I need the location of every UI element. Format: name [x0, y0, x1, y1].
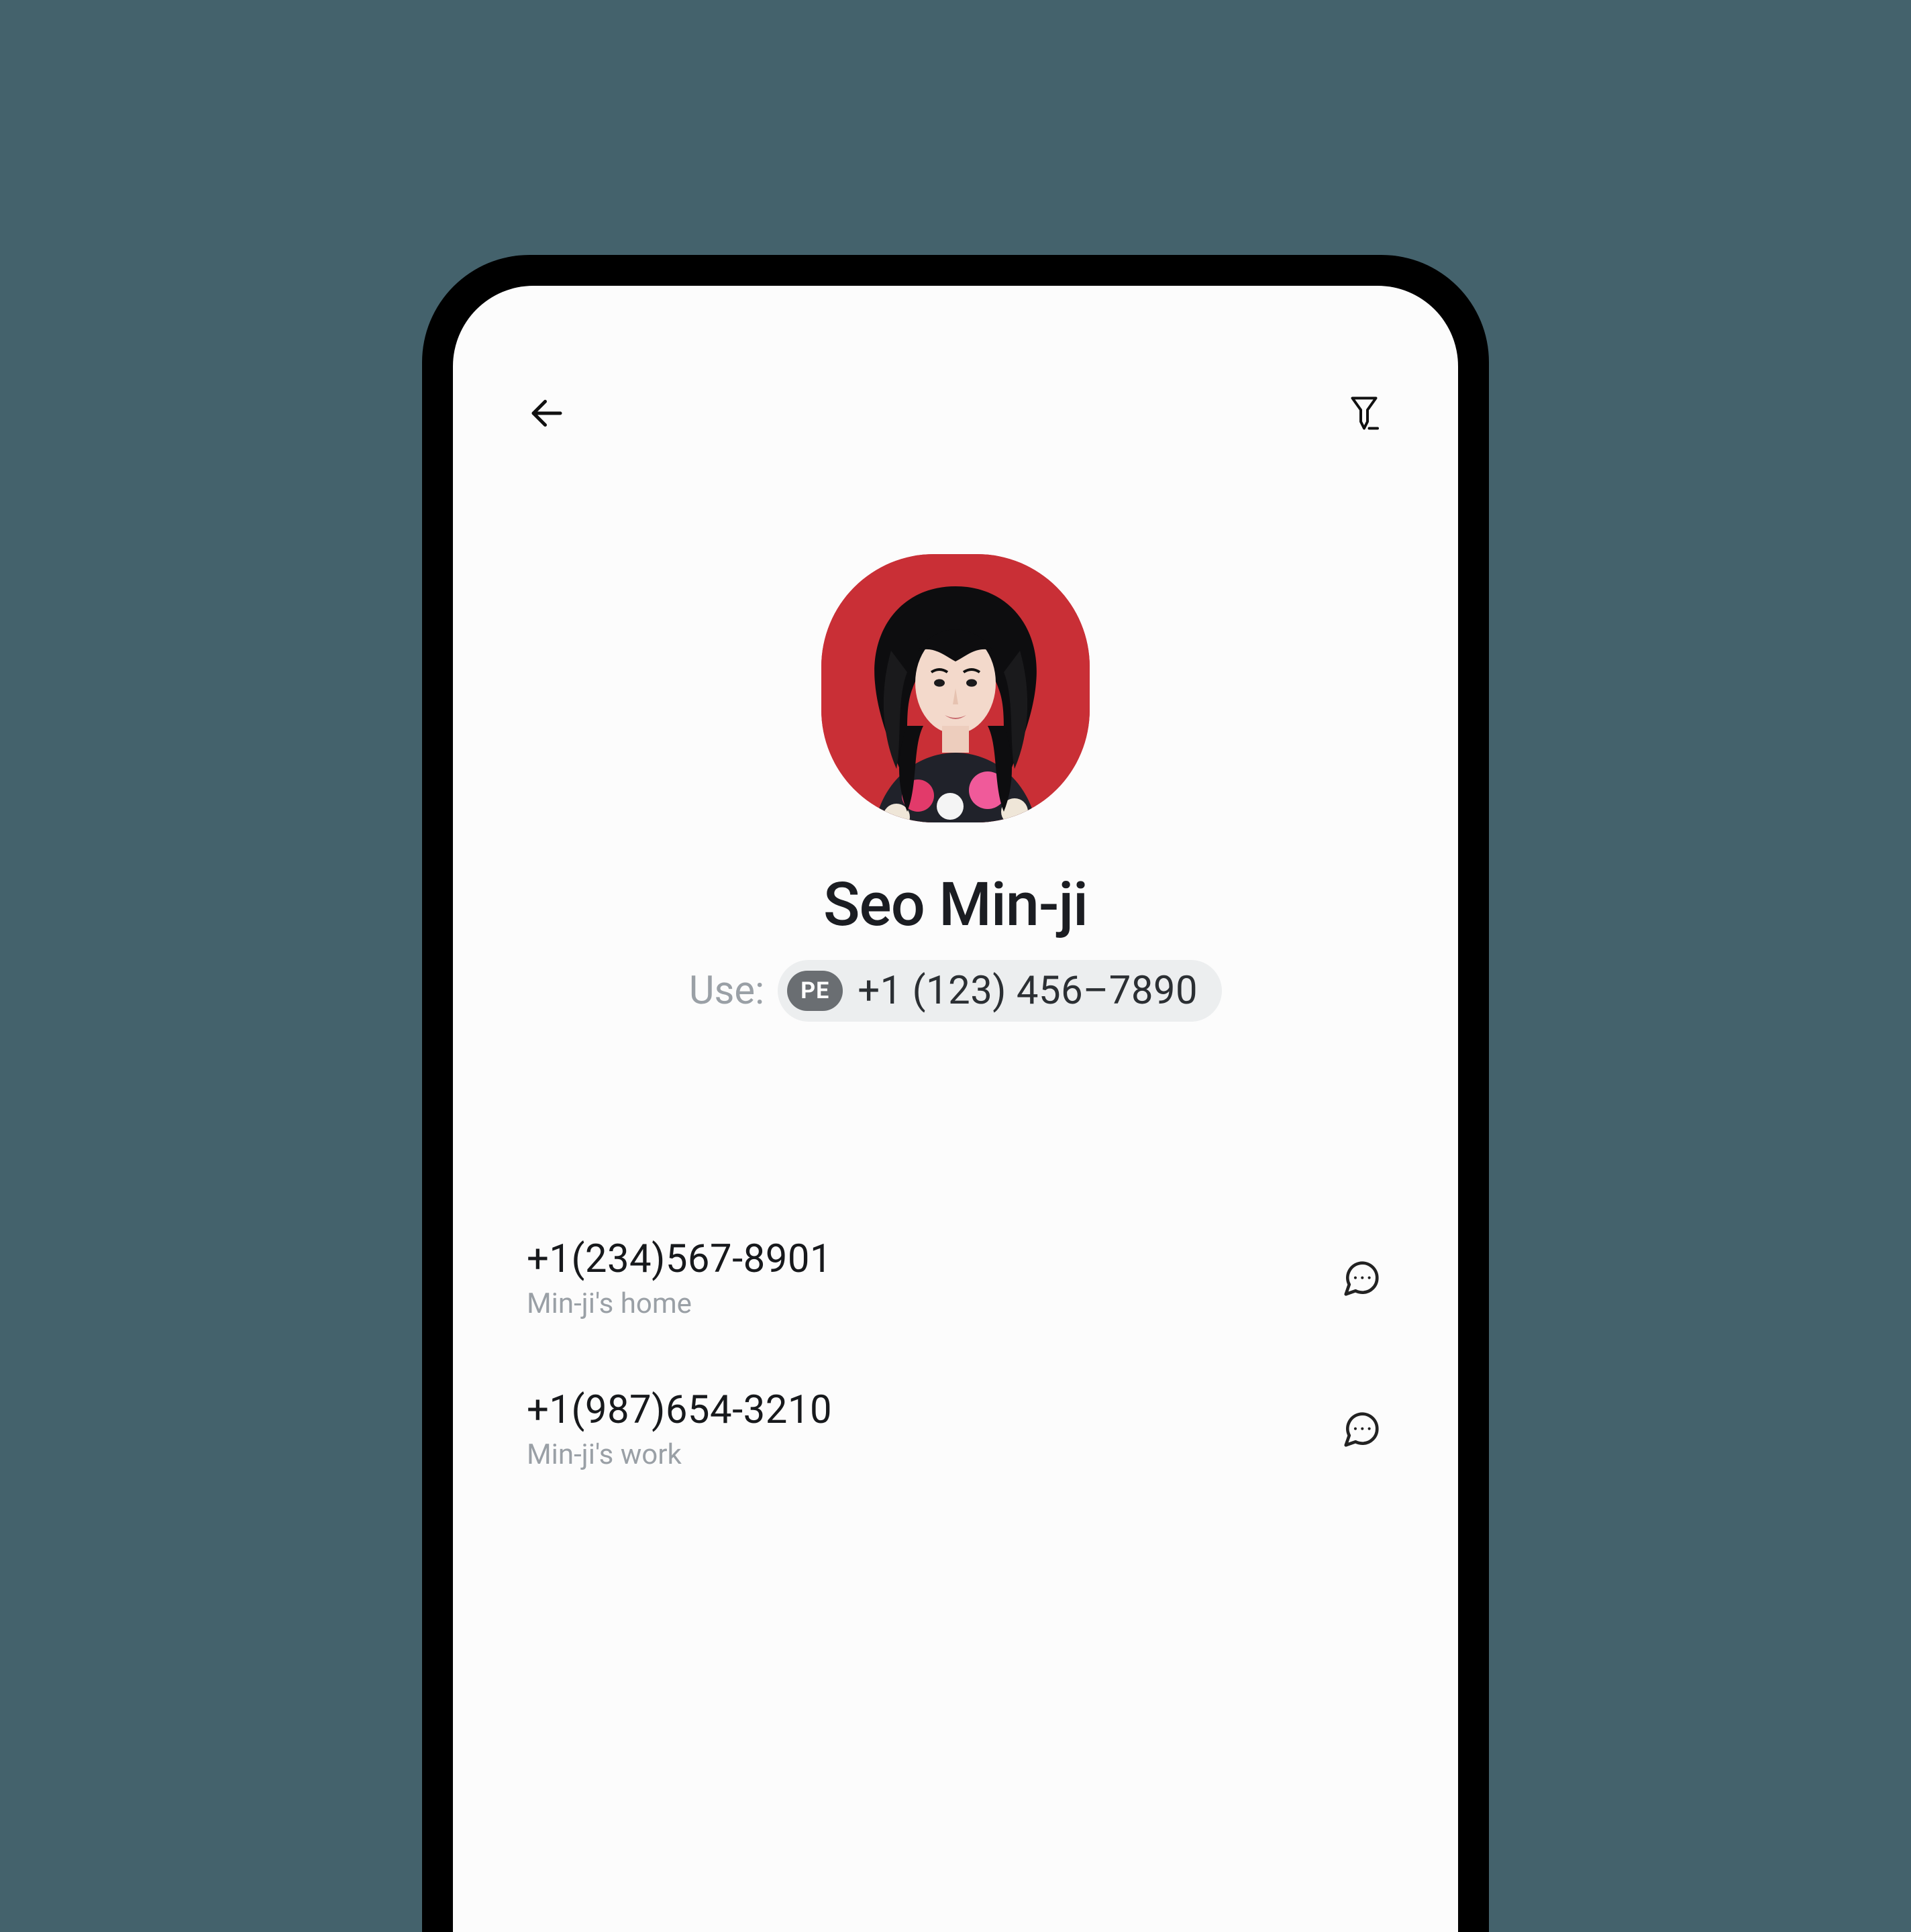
- topbar: [527, 386, 1384, 440]
- number-row-home[interactable]: +1(234)567-8901 Min-ji's home: [527, 1210, 1384, 1360]
- number-row-work[interactable]: +1(987)654-3210 Min-ji's work: [527, 1360, 1384, 1511]
- screen: Seo Min-ji Use: PE +1 (123) 456–7890 +1(…: [453, 286, 1458, 1932]
- pen-icon: [1344, 393, 1384, 433]
- preferred-number-row: Use: PE +1 (123) 456–7890: [689, 960, 1222, 1022]
- phone-frame: Seo Min-ji Use: PE +1 (123) 456–7890 +1(…: [422, 255, 1489, 1932]
- preferred-number-pill[interactable]: PE +1 (123) 456–7890: [778, 960, 1222, 1022]
- message-button[interactable]: [1339, 1256, 1384, 1301]
- phone-label: Min-ji's home: [527, 1287, 832, 1320]
- arrow-left-icon: [527, 392, 567, 435]
- avatar-image: [821, 554, 1090, 822]
- chat-bubble-icon: [1341, 1409, 1382, 1450]
- edit-button[interactable]: [1344, 393, 1384, 433]
- phone-label: Min-ji's work: [527, 1438, 832, 1471]
- use-label: Use:: [689, 968, 764, 1014]
- message-button[interactable]: [1339, 1407, 1384, 1452]
- number-text: +1(234)567-8901 Min-ji's home: [527, 1236, 832, 1320]
- profile-section: Seo Min-ji Use: PE +1 (123) 456–7890: [527, 554, 1384, 1022]
- numbers-list: +1(234)567-8901 Min-ji's home +1(987)654…: [527, 1210, 1384, 1511]
- number-text: +1(987)654-3210 Min-ji's work: [527, 1387, 832, 1471]
- chat-bubble-icon: [1341, 1258, 1382, 1299]
- contact-name: Seo Min-ji: [823, 869, 1088, 940]
- avatar[interactable]: [821, 554, 1090, 822]
- pe-badge: PE: [787, 971, 843, 1011]
- phone-number: +1(234)567-8901: [527, 1236, 832, 1282]
- preferred-number: +1 (123) 456–7890: [858, 968, 1198, 1014]
- phone-number: +1(987)654-3210: [527, 1387, 832, 1433]
- back-button[interactable]: [527, 393, 567, 433]
